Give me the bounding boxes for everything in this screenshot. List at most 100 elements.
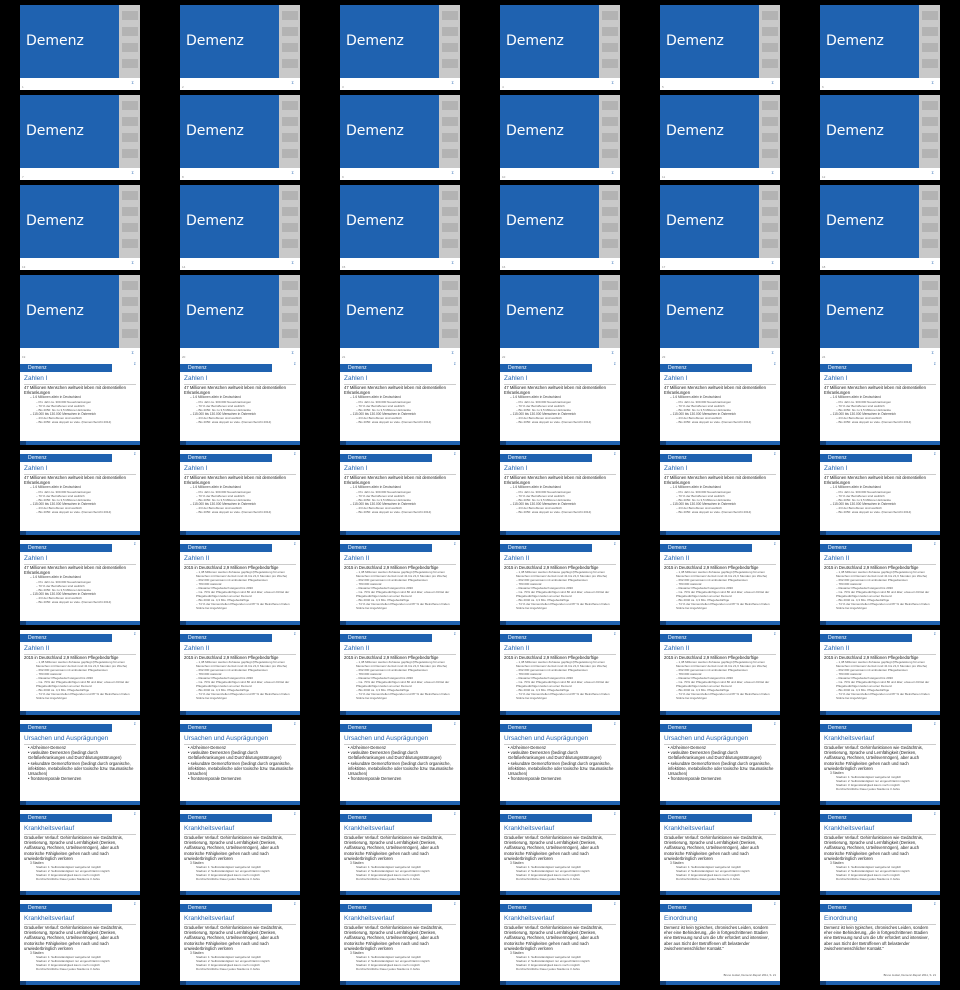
slide-header: Demenz Σ (660, 540, 780, 552)
slide-thumbnail[interactable]: Demenz Σ 4 (500, 5, 620, 90)
slide-thumbnail[interactable]: Demenz Σ Zahlen II 2015 in Deutschland 2,9 … (500, 540, 620, 625)
slide-thumbnail[interactable]: Demenz Σ Krankheitsverlauf Gradueller Verla… (20, 810, 140, 895)
slide-thumbnail[interactable]: Demenz Σ Zahlen II 2015 in Deutschland 2,9 … (180, 630, 300, 715)
slide-thumbnail[interactable]: Demenz Σ 19 (20, 275, 140, 360)
slide-thumbnail[interactable]: Demenz Σ 21 (340, 275, 460, 360)
footer-bar (820, 441, 940, 445)
slide-thumbnail[interactable]: Demenz Σ 16 (500, 185, 620, 270)
slide-thumbnail[interactable]: Demenz Σ 14 (180, 185, 300, 270)
list-item: • sekundäre Demenzformen (bedingt durch … (508, 760, 614, 777)
title-gray-strip (119, 5, 140, 78)
gray-block (922, 191, 938, 200)
slide-thumbnail[interactable]: Demenz Σ Zahlen II 2015 in Deutschland 2,9 … (340, 540, 460, 625)
slide-thumbnail[interactable]: Demenz Σ Einordnung Bruno Jeckel, Demenz-Re… (820, 900, 940, 985)
slide-thumbnail[interactable]: Demenz Σ 11 (660, 95, 780, 180)
slide-thumbnail[interactable]: Demenz Σ Zahlen II 2015 in Deutschland 2,9 … (340, 630, 460, 715)
slide-thumbnail[interactable]: Demenz Σ Einordnung Bruno Jeckel, Demenz-Re… (660, 900, 780, 985)
slide-thumbnail[interactable]: Demenz Σ Krankheitsverlauf Gradueller Verla… (820, 720, 940, 805)
slide-thumbnail[interactable]: Demenz Σ Krankheitsverlauf Gradueller Verla… (500, 810, 620, 895)
list-item: • sekundäre Demenzformen (bedingt durch … (28, 760, 134, 777)
slide-thumbnail[interactable]: Demenz Σ 8 (180, 95, 300, 180)
slide-thumbnail[interactable]: Demenz Σ 3 (340, 5, 460, 90)
slide-thumbnail[interactable]: Demenz Σ 5 (660, 5, 780, 90)
slide-thumbnail[interactable]: Demenz Σ Zahlen I 47 Millionen Menschen wel… (500, 450, 620, 535)
slide-thumbnail[interactable]: Demenz Σ Krankheitsverlauf Gradueller Verla… (660, 810, 780, 895)
deck-label: Demenz (348, 725, 367, 731)
slide-thumbnail[interactable]: Demenz Σ Zahlen I 47 Millionen Menschen wel… (660, 450, 780, 535)
slide-thumbnail[interactable]: Demenz Σ Zahlen I 47 Millionen Menschen wel… (180, 450, 300, 535)
slide-thumbnail[interactable]: Demenz Σ 2 (180, 5, 300, 90)
slide-thumbnail[interactable]: Demenz Σ Krankheitsverlauf Gradueller Verla… (340, 810, 460, 895)
slide-thumbnail[interactable]: Demenz Σ Zahlen II 2015 in Deutschland 2,9 … (820, 630, 940, 715)
slide-thumbnail[interactable]: Demenz Σ Zahlen I 47 Millionen Menschen wel… (340, 450, 460, 535)
slide-thumbnail[interactable]: Demenz Σ Ursachen und Ausprägungen • Alzhei… (500, 720, 620, 805)
slide-thumbnail[interactable]: Demenz Σ 6 (820, 5, 940, 90)
slide-heading: Demenz (186, 33, 244, 49)
slide-thumbnail[interactable]: Demenz Σ 17 (660, 185, 780, 270)
slide-thumbnail[interactable]: Demenz Σ Ursachen und Ausprägungen • Alzhei… (660, 720, 780, 805)
slide-thumbnail[interactable]: Demenz Σ 18 (820, 185, 940, 270)
slide-title: Krankheitsverlauf (344, 825, 395, 832)
gray-block (602, 59, 618, 68)
slide-title: Zahlen II (664, 555, 690, 562)
deck-label: Demenz (508, 455, 527, 461)
slide-thumbnail[interactable]: Demenz Σ Zahlen I 47 Millionen Menschen wel… (180, 360, 300, 445)
slide-number: 13 (22, 265, 26, 269)
slide-thumbnail[interactable]: Demenz Σ Zahlen II 2015 in Deutschland 2,9 … (500, 630, 620, 715)
slide-thumbnail[interactable]: Demenz Σ 22 (500, 275, 620, 360)
slide-thumbnail[interactable]: Demenz Σ Zahlen I 47 Millionen Menschen wel… (820, 450, 940, 535)
slide-thumbnail[interactable]: Demenz Σ 1 (20, 5, 140, 90)
slide-number: 2 (182, 85, 184, 89)
slide-thumbnail[interactable]: Demenz Σ Ursachen und Ausprägungen • Alzhei… (340, 720, 460, 805)
slide-thumbnail[interactable]: Demenz Σ 9 (340, 95, 460, 180)
deck-label: Demenz (28, 455, 47, 461)
logo: Σ (611, 80, 614, 85)
slide-thumbnail[interactable]: Demenz Σ 13 (20, 185, 140, 270)
slide-thumbnail[interactable]: Demenz Σ Zahlen II 2015 in Deutschland 2,9 … (180, 540, 300, 625)
slide-thumbnail[interactable]: Demenz Σ Zahlen II 2015 in Deutschland 2,9 … (20, 630, 140, 715)
slide-thumbnail[interactable]: Demenz Σ 20 (180, 275, 300, 360)
slide-thumbnail[interactable]: Demenz Σ Krankheitsverlauf Gradueller Verla… (820, 810, 940, 895)
slide-thumbnail[interactable]: Demenz Σ Krankheitsverlauf Gradueller Verla… (500, 900, 620, 985)
gray-block (762, 133, 778, 142)
slide-thumbnail[interactable]: Demenz Σ 7 (20, 95, 140, 180)
gray-block (442, 207, 458, 216)
slide-thumbnail[interactable]: Demenz Σ Zahlen I 47 Millionen Menschen wel… (820, 360, 940, 445)
slide-thumbnail[interactable]: Demenz Σ Krankheitsverlauf Gradueller Verla… (20, 900, 140, 985)
slide-thumbnail[interactable]: Demenz Σ 12 (820, 95, 940, 180)
slide-heading: Demenz (346, 303, 404, 319)
header-bar: Demenz (820, 364, 912, 372)
slide-thumbnail[interactable]: Demenz Σ Krankheitsverlauf Gradueller Verla… (180, 900, 300, 985)
slide-thumbnail[interactable]: Demenz Σ 10 (500, 95, 620, 180)
title-gray-strip (759, 5, 780, 78)
slide-thumbnail[interactable]: Demenz Σ Zahlen II 2015 in Deutschland 2,9 … (660, 540, 780, 625)
slide-thumbnail[interactable]: Demenz Σ Krankheitsverlauf Gradueller Verla… (180, 810, 300, 895)
slide-thumbnail[interactable]: Demenz Σ Zahlen I 47 Millionen Menschen wel… (500, 360, 620, 445)
footer-accent (500, 711, 506, 715)
slide-title: Zahlen I (24, 375, 48, 382)
logo: Σ (773, 452, 776, 456)
slide-thumbnail[interactable]: Demenz Σ Krankheitsverlauf Gradueller Verla… (340, 900, 460, 985)
logo: Σ (931, 170, 934, 175)
gray-block (122, 149, 138, 158)
slide-thumbnail[interactable]: Demenz Σ Ursachen und Ausprägungen • Alzhei… (180, 720, 300, 805)
deck-label: Demenz (348, 815, 367, 821)
slide-thumbnail[interactable]: Demenz Σ 24 (820, 275, 940, 360)
gray-block (122, 223, 138, 232)
gray-block (442, 239, 458, 248)
slide-title: Krankheitsverlauf (184, 915, 235, 922)
list-item: – 74 % der Demenziellen Pflegenden und 8… (836, 692, 930, 701)
slide-thumbnail[interactable]: Demenz Σ Zahlen I 47 Millionen Menschen wel… (20, 360, 140, 445)
slide-thumbnail[interactable]: Demenz Σ Zahlen I 47 Millionen Menschen wel… (20, 540, 140, 625)
slide-thumbnail[interactable]: Demenz Σ 15 (340, 185, 460, 270)
slide-thumbnail[interactable]: Demenz Σ Zahlen II 2015 in Deutschland 2,9 … (660, 630, 780, 715)
title-gray-strip (599, 275, 620, 348)
slide-thumbnail[interactable]: Demenz Σ 23 (660, 275, 780, 360)
slide-thumbnail[interactable]: Demenz Σ Zahlen I 47 Millionen Menschen wel… (660, 360, 780, 445)
slide-thumbnail[interactable]: Demenz Σ Zahlen II 2015 in Deutschland 2,9 … (820, 540, 940, 625)
slide-thumbnail[interactable]: Demenz Σ Zahlen I 47 Millionen Menschen wel… (340, 360, 460, 445)
footer-accent (500, 981, 506, 985)
slide-thumbnail[interactable]: Demenz Σ Zahlen I 47 Millionen Menschen wel… (20, 450, 140, 535)
slide-heading: Demenz (506, 303, 564, 319)
slide-thumbnail[interactable]: Demenz Σ Ursachen und Ausprägungen • Alzhei… (20, 720, 140, 805)
